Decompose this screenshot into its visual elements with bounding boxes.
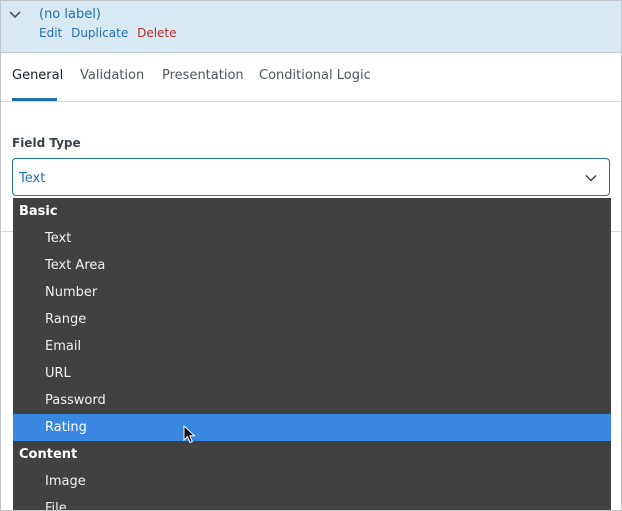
- tab-conditional-logic[interactable]: Conditional Logic: [259, 68, 371, 83]
- row-actions: Edit Duplicate Delete: [39, 26, 182, 40]
- duplicate-link[interactable]: Duplicate: [71, 26, 128, 40]
- delete-link[interactable]: Delete: [137, 26, 176, 40]
- option-email[interactable]: Email: [13, 333, 611, 360]
- option-password[interactable]: Password: [13, 387, 611, 414]
- option-range[interactable]: Range: [13, 306, 611, 333]
- tab-general[interactable]: General: [12, 68, 63, 83]
- option-text-area[interactable]: Text Area: [13, 252, 611, 279]
- chevron-down-icon: [584, 171, 598, 185]
- active-tab-indicator: [12, 98, 57, 101]
- field-type-label: Field Type: [12, 136, 81, 150]
- tab-presentation[interactable]: Presentation: [162, 68, 244, 83]
- field-type-dropdown-list[interactable]: Basic Text Text Area Number Range Email …: [13, 198, 611, 510]
- option-file[interactable]: File: [13, 495, 611, 510]
- chevron-down-icon[interactable]: [7, 7, 23, 23]
- option-text[interactable]: Text: [13, 225, 611, 252]
- option-image[interactable]: Image: [13, 468, 611, 495]
- settings-tabs: General Validation Presentation Conditio…: [1, 53, 621, 102]
- field-settings-panel: (no label) Edit Duplicate Delete General…: [0, 0, 622, 511]
- field-label[interactable]: (no label): [39, 7, 101, 22]
- option-group-basic: Basic: [19, 204, 58, 219]
- tab-validation[interactable]: Validation: [80, 68, 144, 83]
- option-number[interactable]: Number: [13, 279, 611, 306]
- field-header: (no label) Edit Duplicate Delete: [1, 1, 621, 53]
- field-type-selected-value: Text: [19, 171, 46, 186]
- option-group-content: Content: [19, 447, 78, 462]
- option-url[interactable]: URL: [13, 360, 611, 387]
- field-type-select[interactable]: Text: [12, 158, 610, 196]
- edit-link[interactable]: Edit: [39, 26, 62, 40]
- option-rating[interactable]: Rating: [13, 414, 611, 441]
- mouse-pointer-icon: [183, 424, 197, 445]
